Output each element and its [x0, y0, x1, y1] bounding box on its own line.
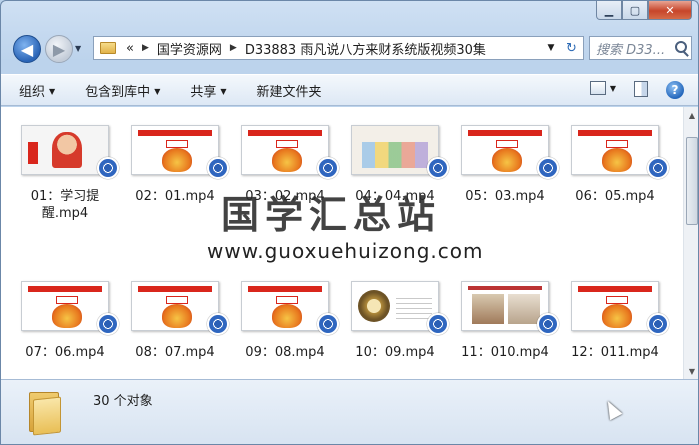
chevron-right-icon[interactable]: ▶ — [138, 43, 153, 53]
media-player-icon — [537, 313, 559, 335]
refresh-button[interactable]: ↻ — [560, 36, 584, 60]
maximize-button[interactable]: ▢ — [622, 1, 648, 20]
scroll-down-icon[interactable]: ▼ — [684, 363, 698, 379]
vertical-scrollbar[interactable]: ▲ ▼ — [683, 107, 698, 379]
file-name: 07：06.mp4 — [25, 345, 105, 360]
address-bar[interactable]: « ▶ 国学资源网 ▶ D33883 雨凡说八方来财系统版视频30集 ▼ — [93, 36, 561, 60]
organize-menu[interactable]: 组织 ▼ — [19, 81, 55, 100]
scroll-thumb[interactable] — [686, 137, 698, 225]
media-player-icon — [647, 157, 669, 179]
search-input[interactable]: 搜索 D33... — [589, 36, 692, 60]
change-view-icon[interactable] — [589, 81, 606, 95]
explorer-window: ▁ ▢ ✕ ◀ ▶ ▼ « ▶ 国学资源网 ▶ D33883 雨凡说八方来财系统… — [0, 0, 699, 445]
mouse-cursor-icon — [601, 397, 623, 421]
scroll-up-icon[interactable]: ▲ — [684, 107, 698, 123]
file-name: 09：08.mp4 — [245, 345, 325, 360]
share-menu[interactable]: 共享 ▼ — [190, 81, 226, 100]
include-in-library-menu[interactable]: 包含到库中 ▼ — [85, 81, 160, 100]
item-count: 30 个对象 — [93, 394, 153, 409]
media-player-icon — [97, 313, 119, 335]
search-icon[interactable] — [675, 41, 687, 53]
video-thumbnail — [351, 281, 439, 331]
folder-icon — [29, 388, 63, 436]
video-thumbnail — [131, 281, 219, 331]
media-player-icon — [537, 157, 559, 179]
media-player-icon — [427, 157, 449, 179]
details-pane: 30 个对象 — [1, 379, 698, 444]
video-thumbnail — [21, 281, 109, 331]
preview-pane-icon[interactable] — [634, 81, 648, 97]
address-overflow[interactable]: « — [122, 41, 138, 56]
media-player-icon — [317, 157, 339, 179]
folder-icon — [100, 42, 116, 54]
command-bar: 组织 ▼ 包含到库中 ▼ 共享 ▼ 新建文件夹 ▼ ? — [1, 74, 698, 106]
breadcrumb-root[interactable]: 国学资源网 — [153, 39, 226, 58]
video-thumbnail — [571, 281, 659, 331]
breadcrumb-current[interactable]: D33883 雨凡说八方来财系统版视频30集 — [241, 39, 490, 58]
file-name: 06：05.mp4 — [575, 189, 655, 204]
media-player-icon — [647, 313, 669, 335]
recent-pages-dropdown[interactable]: ▼ — [75, 44, 81, 53]
new-folder-button[interactable]: 新建文件夹 — [257, 81, 322, 100]
media-player-icon — [97, 157, 119, 179]
close-button[interactable]: ✕ — [648, 1, 692, 20]
watermark-title: 国学汇总站 — [221, 193, 442, 237]
file-name: 01：学习提醒.mp4 — [30, 189, 100, 221]
media-player-icon — [317, 313, 339, 335]
video-thumbnail — [131, 125, 219, 175]
search-placeholder: 搜索 D33... — [596, 42, 666, 58]
media-player-icon — [427, 313, 449, 335]
video-thumbnail — [461, 281, 549, 331]
caption-buttons: ▁ ▢ ✕ — [596, 1, 692, 20]
file-name: 10：09.mp4 — [355, 345, 435, 360]
view-dropdown-icon[interactable]: ▼ — [610, 84, 616, 99]
file-name: 12：011.mp4 — [571, 345, 659, 360]
video-thumbnail — [241, 125, 329, 175]
navigation-row: ◀ ▶ ▼ « ▶ 国学资源网 ▶ D33883 雨凡说八方来财系统版视频30集… — [9, 31, 692, 65]
video-thumbnail — [351, 125, 439, 175]
video-thumbnail — [571, 125, 659, 175]
video-thumbnail — [241, 281, 329, 331]
file-name: 11：010.mp4 — [461, 345, 549, 360]
help-icon[interactable]: ? — [666, 81, 684, 99]
back-button[interactable]: ◀ — [13, 35, 41, 63]
view-tools: ▼ ? — [589, 81, 684, 99]
media-player-icon — [207, 157, 229, 179]
watermark-url: www.guoxuehuizong.com — [207, 239, 484, 263]
chevron-right-icon[interactable]: ▶ — [226, 43, 241, 53]
forward-button[interactable]: ▶ — [45, 35, 73, 63]
video-thumbnail — [461, 125, 549, 175]
media-player-icon — [207, 313, 229, 335]
minimize-button[interactable]: ▁ — [596, 1, 622, 20]
file-name: 05：03.mp4 — [465, 189, 545, 204]
file-name: 08：07.mp4 — [135, 345, 215, 360]
file-name: 02：01.mp4 — [135, 189, 215, 204]
video-thumbnail — [21, 125, 109, 175]
address-dropdown[interactable]: ▼ — [542, 43, 560, 53]
